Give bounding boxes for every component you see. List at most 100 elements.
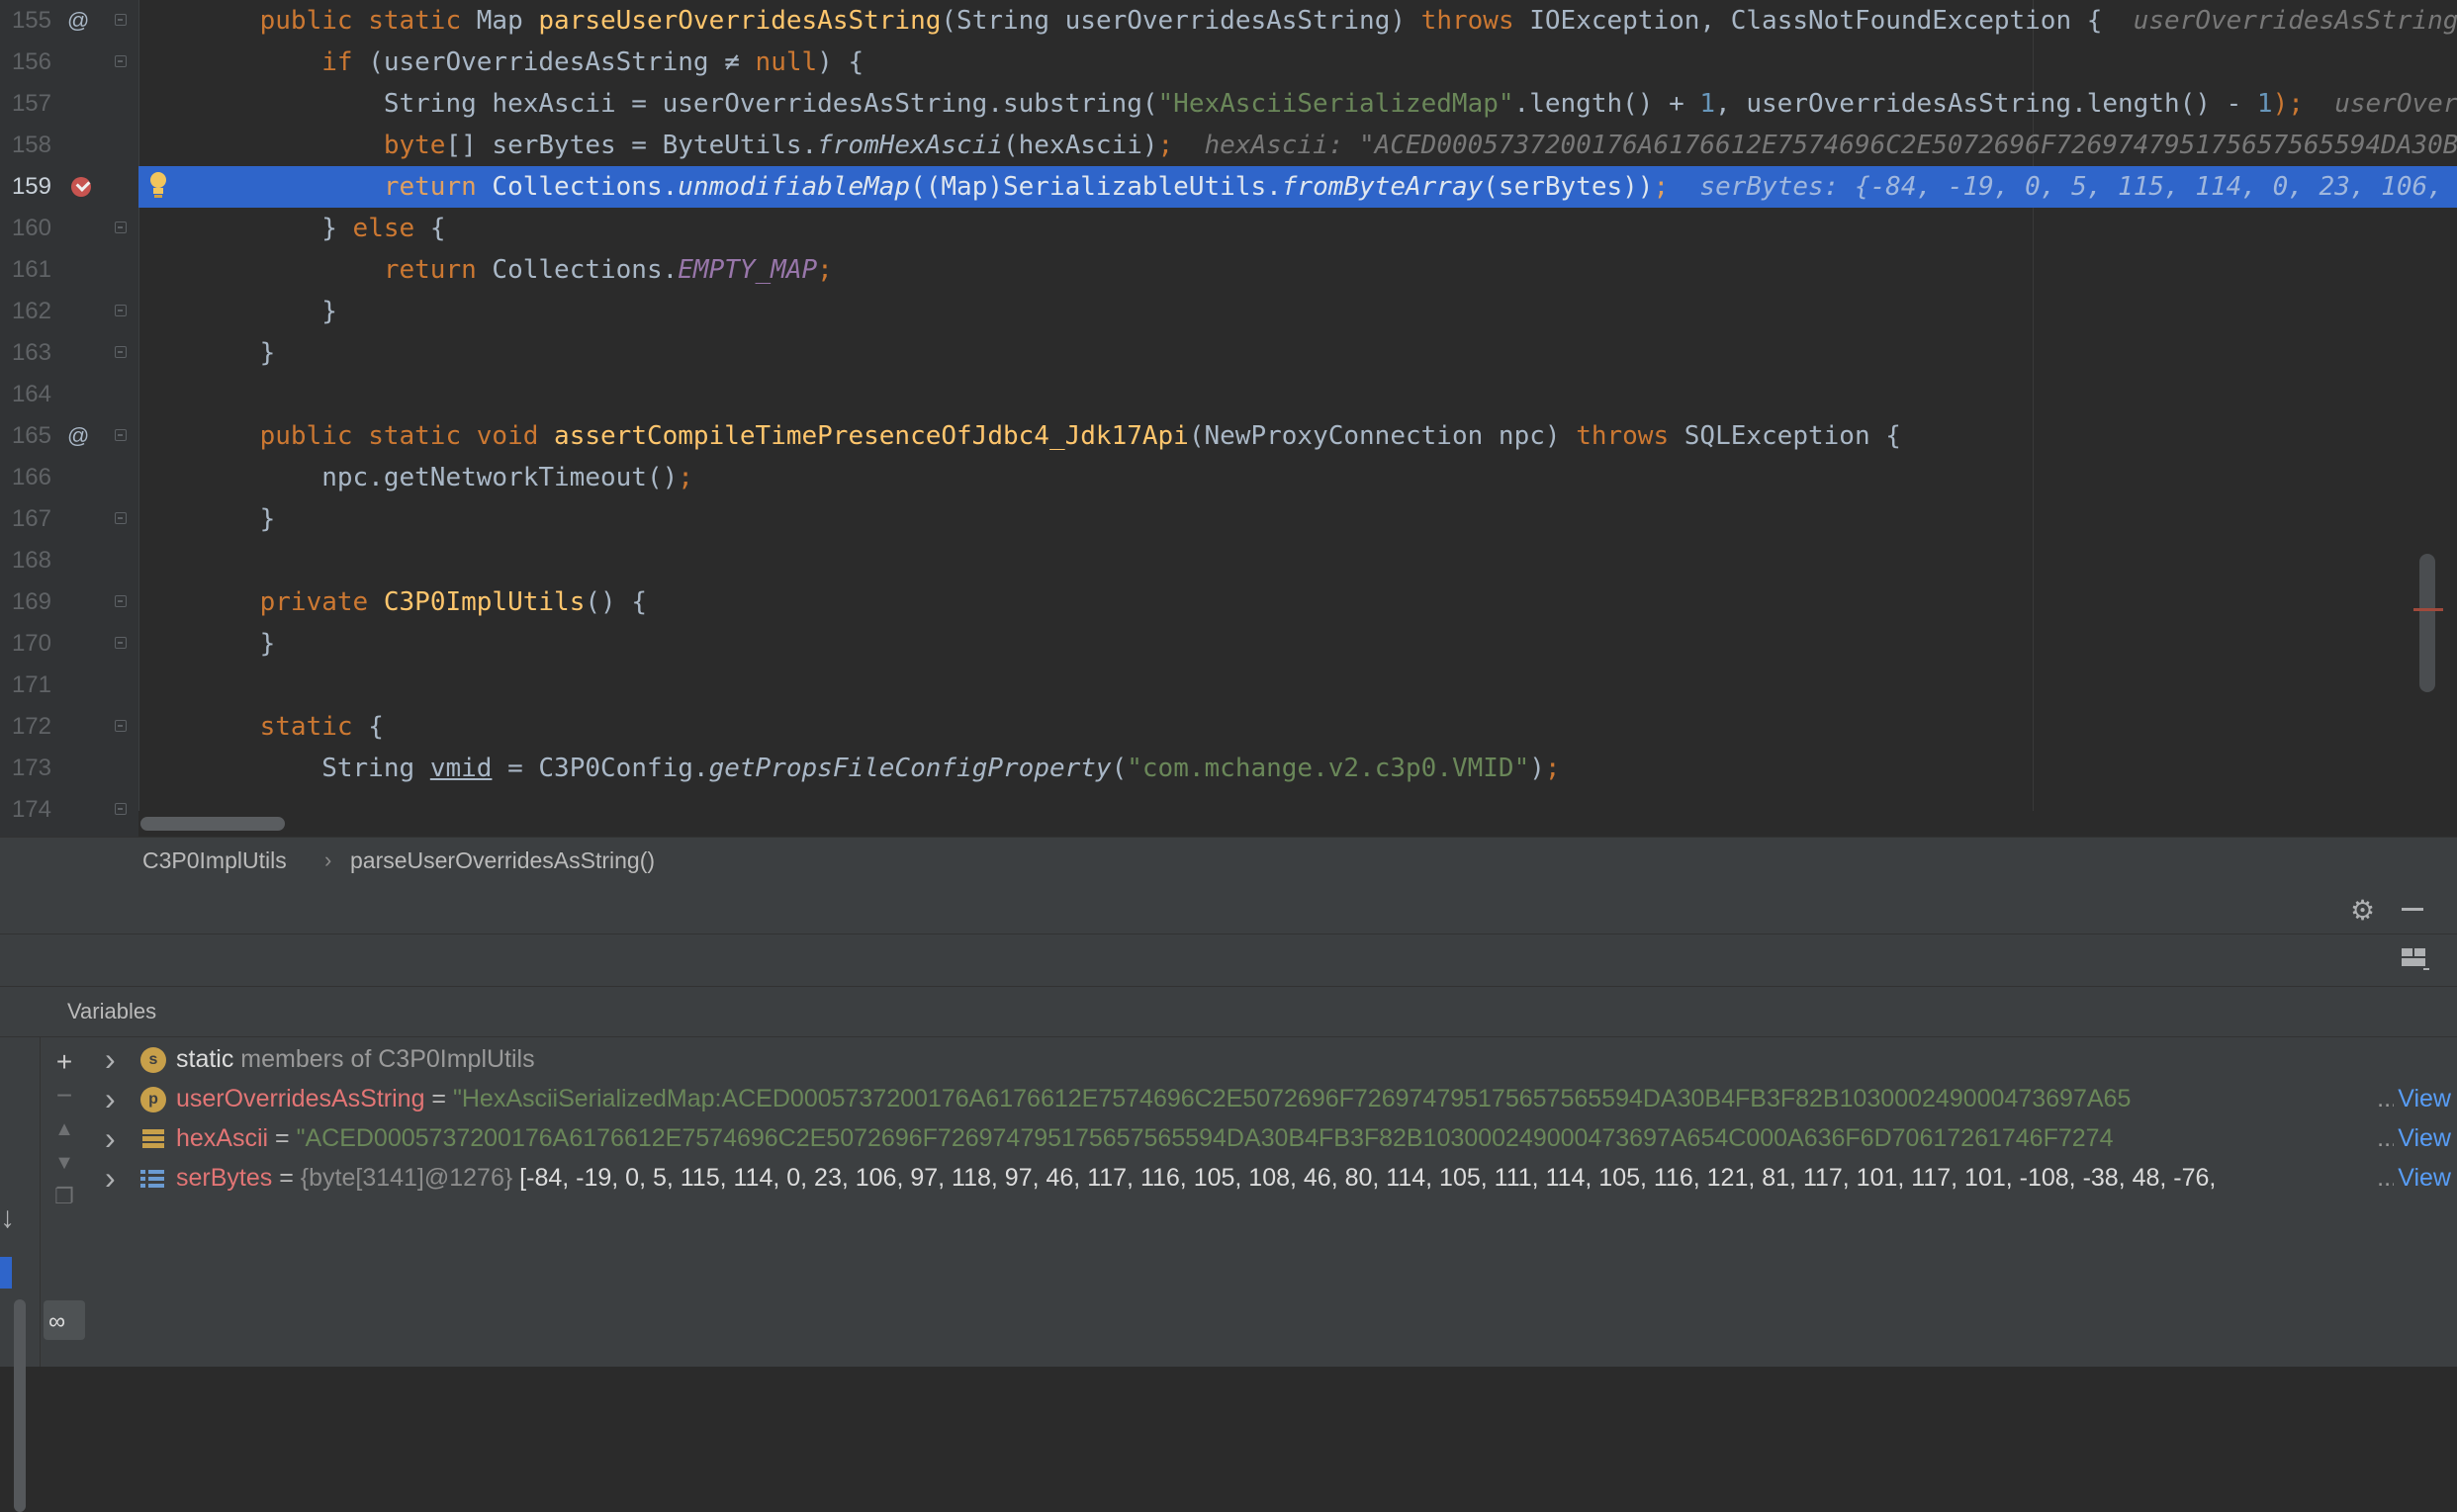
code-line[interactable]: 169 private C3P0ImplUtils() { — [0, 581, 2457, 623]
variable-row[interactable]: › p userOverridesAsString = "HexAsciiSeria… — [89, 1079, 2457, 1118]
code-token: "HexAsciiSerializedMap" — [1157, 89, 1514, 119]
static-members-icon: s — [140, 1047, 166, 1073]
code-token: byte — [383, 131, 446, 160]
override-marker-icon[interactable]: @ — [67, 0, 89, 42]
fold-marker-icon[interactable] — [115, 14, 127, 26]
equals-sign: = — [268, 1124, 297, 1152]
code-token: = C3P0Config. — [492, 754, 709, 783]
parameter-icon: p — [140, 1087, 166, 1112]
debug-toolbar: ⚙ — [0, 882, 2457, 934]
code-line[interactable]: 163 } — [0, 332, 2457, 374]
gear-icon[interactable]: ⚙ — [2350, 894, 2375, 927]
fold-marker-icon[interactable] — [115, 637, 127, 649]
lightbulb-icon[interactable] — [148, 172, 168, 200]
code-text: public static Map parseUserOverridesAsSt… — [198, 0, 2457, 42]
move-up-icon[interactable]: ▲ — [47, 1112, 81, 1146]
code-line[interactable]: 159 return Collections.unmodifiableMap((… — [0, 166, 2457, 208]
code-line[interactable]: 156 if (userOverridesAsString ≠ null) { — [0, 42, 2457, 83]
fold-marker-icon[interactable] — [115, 720, 127, 732]
fold-marker-icon[interactable] — [115, 55, 127, 67]
code-token: ); — [2272, 89, 2335, 119]
code-line[interactable]: 172 static { — [0, 706, 2457, 748]
frames-scrollbar[interactable] — [14, 1299, 26, 1512]
code-editor[interactable]: 155 @ public static Map parseUserOverride… — [0, 0, 2457, 837]
view-value-link[interactable]: View — [2394, 1118, 2451, 1158]
view-value-link[interactable]: View — [2394, 1079, 2451, 1118]
code-line[interactable]: 157 String hexAscii = userOverridesAsStr… — [0, 83, 2457, 125]
glasses-icon: ∞ — [48, 1308, 66, 1335]
code-token: String hexAscii = userOverridesAsString.… — [198, 89, 1158, 119]
minimize-icon[interactable] — [2402, 908, 2423, 911]
code-line[interactable]: 168 — [0, 540, 2457, 581]
code-line[interactable]: 167 } — [0, 498, 2457, 540]
horizontal-scrollbar-thumb[interactable] — [140, 817, 285, 831]
chevron-right-icon: › — [324, 847, 332, 872]
code-token: } — [198, 297, 337, 326]
code-line[interactable]: 164 — [0, 374, 2457, 415]
show-watches-button[interactable]: ∞ — [44, 1300, 85, 1340]
variable-text: serBytes = {byte[3141]@1276} [-84, -19, … — [176, 1158, 2216, 1198]
expand-chevron-icon[interactable]: › — [105, 1079, 116, 1118]
line-number: 159 — [11, 173, 51, 200]
code-token: ((Map)SerializableUtils. — [910, 172, 1282, 202]
horizontal-scrollbar[interactable] — [138, 811, 2443, 837]
code-text: if (userOverridesAsString ≠ null) { — [198, 42, 864, 83]
code-token: 1 — [1699, 89, 1716, 119]
variable-name: serBytes — [176, 1164, 273, 1192]
fold-marker-icon[interactable] — [115, 305, 127, 316]
code-token: (serBytes)) — [1483, 172, 1654, 202]
code-line[interactable]: 161 return Collections.EMPTY_MAP; — [0, 249, 2457, 291]
code-line[interactable]: 173 String vmid = C3P0Config.getPropsFil… — [0, 748, 2457, 789]
code-line[interactable]: 155 @ public static Map parseUserOverride… — [0, 0, 2457, 42]
code-line[interactable]: 160 } else { — [0, 208, 2457, 249]
debug-subtoolbar — [0, 934, 2457, 987]
fold-marker-icon[interactable] — [115, 595, 127, 607]
code-token: ; — [817, 255, 833, 285]
code-token: public static void — [259, 421, 555, 451]
expand-chevron-icon[interactable]: › — [105, 1118, 116, 1158]
add-watch-icon[interactable]: + — [47, 1045, 81, 1079]
code-token: } — [198, 338, 276, 368]
line-number: 156 — [11, 48, 51, 75]
error-stripe-marker[interactable] — [2413, 608, 2443, 611]
copy-icon[interactable]: ❐ — [47, 1180, 81, 1213]
breadcrumb-method[interactable]: parseUserOverridesAsString() — [350, 838, 655, 883]
expand-chevron-icon[interactable]: › — [105, 1039, 116, 1079]
step-into-arrow-icon[interactable]: ↓ — [0, 1201, 15, 1235]
variable-row[interactable]: › s static members of C3P0ImplUtils — [89, 1039, 2457, 1079]
view-value-link[interactable]: View — [2394, 1158, 2451, 1198]
code-token: private — [259, 587, 384, 617]
code-line[interactable]: 162 } — [0, 291, 2457, 332]
variable-row[interactable]: › serBytes = {byte[3141]@1276} [-84, -19,… — [89, 1158, 2457, 1198]
fold-marker-icon[interactable] — [115, 346, 127, 358]
code-token: Collections. — [492, 255, 679, 285]
code-token: String — [198, 754, 430, 783]
move-down-icon[interactable]: ▼ — [47, 1146, 81, 1180]
fold-marker-icon[interactable] — [115, 512, 127, 524]
selected-frame-marker[interactable] — [0, 1257, 12, 1289]
code-line[interactable]: 158 byte[] serBytes = ByteUtils.fromHexA… — [0, 125, 2457, 166]
breadcrumb-class[interactable]: C3P0ImplUtils — [142, 838, 287, 883]
code-line[interactable]: 166 npc.getNetworkTimeout(); — [0, 457, 2457, 498]
vertical-scrollbar-thumb[interactable] — [2419, 554, 2435, 692]
code-token: parseUserOverridesAsString — [538, 6, 942, 36]
breakpoint-icon[interactable] — [71, 177, 91, 197]
fold-marker-icon[interactable] — [115, 429, 127, 441]
code-token: (NewProxyConnection npc) — [1188, 421, 1577, 451]
variable-row[interactable]: › hexAscii = "ACED0005737200176A6176612E7… — [89, 1118, 2457, 1158]
code-line[interactable]: 170 } — [0, 623, 2457, 665]
remove-watch-icon[interactable]: − — [47, 1079, 81, 1112]
code-token: } — [198, 214, 353, 243]
line-number: 163 — [11, 339, 51, 366]
expand-chevron-icon[interactable]: › — [105, 1158, 116, 1198]
fold-marker-icon[interactable] — [115, 222, 127, 233]
code-line[interactable]: 165 @ public static void assertCompileTim… — [0, 415, 2457, 457]
code-token: [] serBytes = ByteUtils. — [445, 131, 818, 160]
variable-name: hexAscii — [176, 1124, 269, 1152]
layout-icon[interactable] — [2402, 946, 2429, 970]
code-line[interactable]: 171 — [0, 665, 2457, 706]
fold-marker-icon[interactable] — [115, 803, 127, 815]
override-marker-icon[interactable]: @ — [67, 415, 89, 457]
code-token: } — [198, 504, 276, 534]
